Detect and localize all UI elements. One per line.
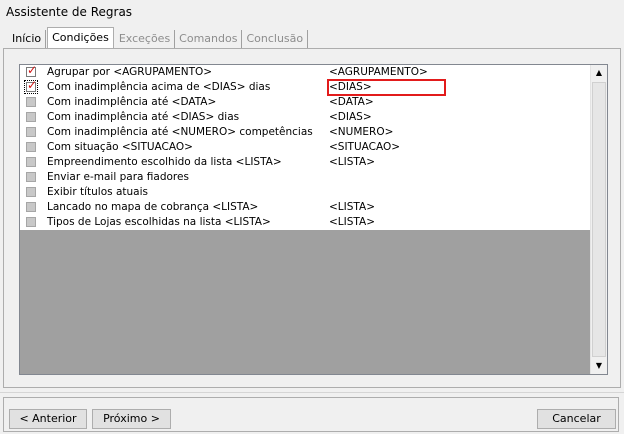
tab-condicoes[interactable]: Condições	[47, 27, 114, 48]
condition-checkbox[interactable]	[26, 172, 36, 182]
conditions-list[interactable]: ✓ Agrupar por <AGRUPAMENTO> <AGRUPAMENTO> ✓…	[19, 64, 608, 375]
condition-checkbox[interactable]: ✓	[26, 64, 38, 77]
checkmark-icon: ✓	[27, 64, 38, 77]
condition-value[interactable]: <DATA>	[329, 95, 374, 110]
condition-checkbox[interactable]	[26, 142, 36, 152]
condition-value[interactable]: <DIAS>	[329, 110, 372, 125]
scrollbar-thumb[interactable]	[592, 82, 606, 357]
tab-comandos[interactable]: Comandos	[175, 30, 243, 48]
list-item[interactable]: Com inadimplência até <NUMERO> competênc…	[20, 125, 590, 140]
scroll-up-icon[interactable]: ▲	[591, 65, 607, 81]
condition-label: Com situação <SITUACAO>	[47, 141, 193, 153]
condition-value[interactable]: <AGRUPAMENTO>	[329, 65, 428, 80]
scroll-down-icon[interactable]: ▼	[591, 358, 607, 374]
prev-button[interactable]: < Anterior	[9, 409, 87, 429]
condition-label: Com inadimplência até <DIAS> dias	[47, 111, 240, 123]
condition-label: Agrupar por <AGRUPAMENTO>	[47, 66, 213, 78]
condition-label: Com inadimplência até <DATA>	[47, 96, 217, 108]
list-item[interactable]: Com inadimplência até <DIAS> dias <DIAS>	[20, 110, 590, 125]
condition-checkbox[interactable]	[26, 187, 36, 197]
condition-label: Lancado no mapa de cobrança <LISTA>	[47, 201, 259, 213]
condition-value[interactable]: <SITUACAO>	[329, 140, 400, 155]
conditions-panel: ✓ Agrupar por <AGRUPAMENTO> <AGRUPAMENTO> ✓…	[3, 48, 621, 388]
condition-label: Empreendimento escolhido da lista <LISTA…	[47, 156, 282, 168]
condition-label: Tipos de Lojas escolhidas na lista <LIST…	[47, 216, 271, 228]
condition-label: Enviar e-mail para fiadores	[47, 171, 189, 183]
condition-label: Com inadimplência até <NUMERO> competênc…	[47, 126, 313, 138]
condition-checkbox[interactable]	[26, 217, 36, 227]
list-item[interactable]: Enviar e-mail para fiadores	[20, 170, 590, 185]
condition-checkbox[interactable]	[26, 157, 36, 167]
vertical-scrollbar[interactable]: ▲ ▼	[590, 65, 607, 374]
checkmark-icon: ✓	[27, 78, 38, 92]
list-item[interactable]: ✓ Com inadimplência acima de <DIAS> dias <…	[20, 78, 590, 95]
next-button[interactable]: Próximo >	[92, 409, 171, 429]
tab-inicio[interactable]: Início	[8, 30, 47, 48]
bottom-separator	[0, 392, 624, 393]
condition-checkbox[interactable]	[26, 97, 36, 107]
condition-value[interactable]: <LISTA>	[329, 215, 375, 230]
condition-checkbox[interactable]	[26, 112, 36, 122]
highlight-annotation	[327, 79, 446, 96]
tab-strip: Início Condições Exceções Comandos Concl…	[8, 27, 309, 48]
list-empty-area	[20, 230, 590, 374]
condition-value[interactable]: <LISTA>	[329, 155, 375, 170]
condition-value[interactable]: <NUMERO>	[329, 125, 393, 140]
cancel-button[interactable]: Cancelar	[537, 409, 616, 429]
condition-checkbox[interactable]	[26, 202, 36, 212]
tab-conclusao[interactable]: Conclusão	[242, 30, 309, 48]
list-item[interactable]: ✓ Agrupar por <AGRUPAMENTO> <AGRUPAMENTO>	[20, 65, 590, 80]
window-title: Assistente de Regras	[6, 5, 133, 19]
list-item[interactable]: Lancado no mapa de cobrança <LISTA> <LIST…	[20, 200, 590, 215]
condition-checkbox[interactable]: ✓	[24, 78, 38, 94]
condition-label: Com inadimplência acima de <DIAS> dias	[47, 81, 271, 93]
list-item[interactable]: Com inadimplência até <DATA> <DATA>	[20, 95, 590, 110]
list-item[interactable]: Exibir títulos atuais	[20, 185, 590, 200]
list-item[interactable]: Empreendimento escolhido da lista <LISTA…	[20, 155, 590, 170]
conditions-rows: ✓ Agrupar por <AGRUPAMENTO> <AGRUPAMENTO> ✓…	[20, 65, 590, 230]
condition-checkbox[interactable]	[26, 127, 36, 137]
list-item[interactable]: Tipos de Lojas escolhidas na lista <LIST…	[20, 215, 590, 230]
tab-excecoes[interactable]: Exceções	[115, 30, 176, 48]
list-item[interactable]: Com situação <SITUACAO> <SITUACAO>	[20, 140, 590, 155]
condition-value[interactable]: <LISTA>	[329, 200, 375, 215]
condition-label: Exibir títulos atuais	[47, 186, 148, 198]
